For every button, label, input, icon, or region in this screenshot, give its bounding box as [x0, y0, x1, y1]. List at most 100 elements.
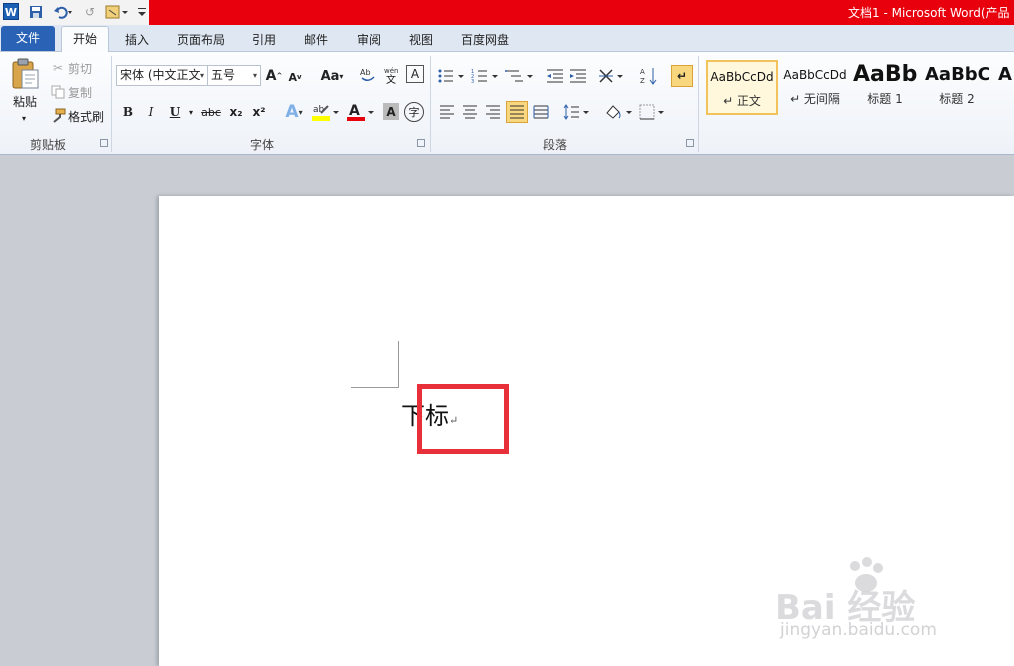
copy-button[interactable]: 复制	[68, 84, 92, 100]
style-sample: A	[998, 64, 1012, 85]
svg-text:Ab: Ab	[360, 68, 371, 77]
quick-access-dropdown-icon[interactable]	[136, 3, 148, 21]
shrink-font-button[interactable]: Av	[287, 68, 303, 86]
format-painter-button[interactable]: 格式刷	[68, 108, 104, 124]
word-logo-icon[interactable]: W	[3, 3, 19, 20]
style-sample: AaBb	[853, 62, 917, 87]
align-center-icon[interactable]	[461, 102, 479, 122]
style-title[interactable]: A	[996, 60, 1014, 115]
borders-icon[interactable]	[639, 102, 667, 122]
customize-icon[interactable]	[104, 3, 130, 21]
underline-dropdown-icon[interactable]: ▾	[185, 104, 197, 120]
multilevel-list-icon[interactable]	[505, 66, 535, 86]
chinese-layout-icon[interactable]	[598, 66, 626, 86]
format-painter-icon[interactable]	[50, 108, 66, 124]
change-case-label: Aa	[320, 68, 340, 84]
redo-icon[interactable]: ↺	[82, 3, 98, 21]
paste-icon[interactable]	[10, 58, 40, 90]
tab-page-layout[interactable]: 页面布局	[170, 29, 232, 51]
svg-text:3: 3	[471, 79, 474, 84]
font-group-label: 字体	[249, 138, 274, 152]
font-launcher-icon[interactable]	[417, 139, 425, 147]
sort-icon[interactable]: AZ	[638, 65, 660, 87]
annotation-highlight-box	[417, 384, 509, 454]
copy-icon[interactable]	[50, 84, 66, 100]
tab-baidu-netdisk[interactable]: 百度网盘	[454, 29, 516, 51]
tab-view[interactable]: 视图	[402, 29, 440, 51]
group-separator	[111, 56, 112, 152]
bullets-icon[interactable]	[437, 66, 467, 86]
ribbon-tabs: 文件 开始 插入 页面布局 引用 邮件 审阅 视图 百度网盘	[0, 25, 1014, 53]
tab-insert[interactable]: 插入	[118, 29, 156, 51]
highlight-color-icon[interactable]: ab	[311, 101, 341, 123]
text-effects-icon[interactable]: A ▾	[280, 102, 308, 122]
style-name: ↵ 无间隔	[790, 92, 840, 106]
show-paragraph-marks-button[interactable]: ↵	[671, 65, 693, 87]
grow-font-button[interactable]: A ^	[265, 66, 283, 86]
paste-dropdown-icon[interactable]: ▾	[18, 112, 30, 124]
style-name: 标题 2	[939, 92, 975, 106]
tab-references[interactable]: 引用	[245, 29, 283, 51]
style-name: 标题 1	[867, 92, 903, 106]
margin-corner-mark	[351, 387, 399, 388]
window-title: 文档1 - Microsoft Word(产品	[848, 6, 1010, 20]
superscript-button[interactable]: x²	[249, 102, 269, 122]
line-spacing-icon[interactable]	[563, 102, 591, 122]
italic-button[interactable]: I	[142, 102, 160, 122]
change-case-button[interactable]: Aa ▾	[318, 66, 346, 86]
ribbon: 粘贴 ▾ ✂ 剪切 复制 格式刷 剪贴板 宋体 (中文正文 ▾ 五号 ▾ A ^ Av…	[0, 52, 1014, 155]
increase-indent-icon[interactable]	[568, 66, 588, 86]
subscript-button[interactable]: x₂	[226, 102, 246, 122]
character-border-icon[interactable]: A	[406, 65, 424, 83]
bold-button[interactable]: B	[119, 102, 137, 122]
grow-font-label: A	[265, 68, 277, 84]
font-name-value: 宋体 (中文正文	[120, 68, 201, 82]
style-heading-1[interactable]: AaBb 标题 1	[853, 60, 917, 115]
decrease-indent-icon[interactable]	[545, 66, 565, 86]
font-size-dropdown[interactable]: 五号 ▾	[207, 65, 261, 86]
chevron-down-icon: ▾	[199, 71, 204, 80]
clipboard-launcher-icon[interactable]	[100, 139, 108, 147]
paragraph-launcher-icon[interactable]	[686, 139, 694, 147]
style-name: ↵ 正文	[723, 94, 761, 108]
style-no-spacing[interactable]: AaBbCcDd ↵ 无间隔	[780, 60, 850, 115]
font-name-dropdown[interactable]: 宋体 (中文正文 ▾	[116, 65, 208, 86]
svg-text:文: 文	[386, 73, 396, 84]
svg-text:A: A	[640, 68, 645, 76]
style-sample: AaBbCcDd	[710, 70, 774, 84]
paste-button[interactable]: 粘贴	[9, 92, 41, 110]
phonetic-guide-icon[interactable]: wén 文	[382, 65, 402, 85]
distributed-icon[interactable]	[532, 102, 550, 122]
style-sample: AaBbCcDd	[783, 68, 847, 82]
enclose-character-icon[interactable]: 字	[404, 102, 424, 122]
chevron-down-icon: ▾	[252, 71, 257, 80]
svg-text:Z: Z	[640, 77, 645, 85]
svg-text:wén: wén	[384, 67, 398, 75]
numbering-icon[interactable]: 123	[471, 66, 501, 86]
justify-button[interactable]	[506, 101, 528, 123]
margin-corner-mark	[398, 341, 399, 388]
save-icon[interactable]	[27, 3, 45, 21]
group-separator	[698, 56, 699, 152]
align-left-icon[interactable]	[438, 102, 456, 122]
cut-button[interactable]: 剪切	[68, 60, 92, 76]
style-heading-2[interactable]: AaBbC 标题 2	[925, 60, 989, 115]
clipboard-group-label: 剪贴板	[29, 138, 66, 152]
tab-review[interactable]: 审阅	[350, 29, 388, 51]
shading-icon[interactable]	[604, 102, 634, 122]
cut-icon[interactable]: ✂	[50, 60, 66, 76]
clear-format-icon[interactable]: Ab	[358, 65, 378, 85]
underline-button[interactable]: U	[166, 102, 184, 122]
character-shading-icon[interactable]: A	[383, 103, 399, 120]
undo-icon[interactable]	[50, 3, 76, 21]
strikethrough-button[interactable]: abc	[200, 102, 222, 122]
style-normal[interactable]: AaBbCcDd ↵ 正文	[706, 60, 778, 115]
align-right-icon[interactable]	[484, 102, 502, 122]
tab-mailings[interactable]: 邮件	[297, 29, 335, 51]
font-color-icon[interactable]: A	[346, 101, 376, 123]
tab-home[interactable]: 开始	[61, 26, 109, 53]
tab-file[interactable]: 文件	[1, 26, 55, 51]
shrink-font-label: A	[288, 70, 297, 84]
watermark-url: jingyan.baidu.com	[780, 620, 937, 640]
group-separator	[430, 56, 431, 152]
